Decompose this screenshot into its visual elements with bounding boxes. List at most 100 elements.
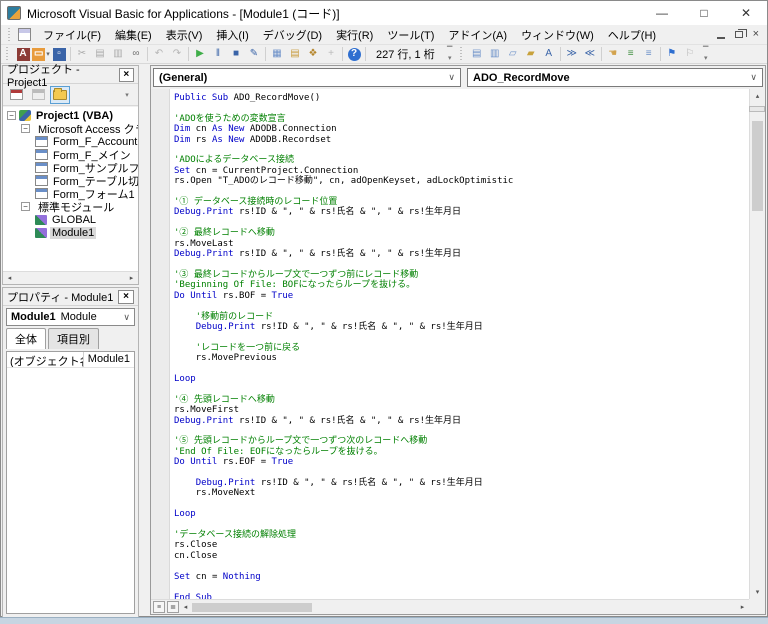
indent-icon[interactable]: ≫ [563, 46, 581, 62]
design-mode-icon[interactable]: ✎ [245, 46, 263, 62]
procedure-dropdown[interactable]: ADO_RecordMove ∨ [467, 68, 763, 87]
property-value[interactable]: Module1 [84, 352, 134, 367]
hscroll-thumb[interactable] [192, 602, 312, 612]
menu-item[interactable]: 実行(R) [329, 25, 380, 45]
menu-item[interactable]: 編集(E) [108, 25, 159, 45]
module-window-icon[interactable] [18, 28, 31, 41]
toggle-folders-icon[interactable] [50, 85, 70, 104]
split-handle[interactable] [749, 106, 765, 112]
code-line: Set cn = Nothing [174, 571, 261, 582]
quick-info-icon[interactable]: ▱ [504, 46, 522, 62]
edit-toolbar-grip[interactable] [459, 47, 465, 61]
menubar-grip[interactable] [8, 27, 13, 42]
redo-icon[interactable]: ↷ [168, 46, 186, 62]
code-line: Debug.Print rs!ID & ", " & rs!氏名 & ", " … [174, 207, 462, 218]
property-row[interactable]: (オブジェクト名) Module1 [7, 352, 134, 368]
procedure-view-icon[interactable]: ≡ [153, 601, 165, 613]
object-browser-icon[interactable]: ❖ [304, 46, 322, 62]
code-vscrollbar[interactable]: ▴ ▾ [749, 89, 765, 599]
scroll-down-icon[interactable]: ▾ [750, 585, 765, 599]
mdi-restore-icon[interactable] [734, 29, 747, 38]
break-icon[interactable]: ‖ [209, 46, 227, 62]
project-toolbar-options-icon[interactable]: ▾ [122, 87, 132, 103]
next-bookmark-icon[interactable]: ⚐ [681, 46, 699, 62]
list-properties-methods-icon[interactable]: ▤ [468, 46, 486, 62]
form-icon [35, 175, 48, 186]
scroll-up-icon[interactable]: ▴ [750, 89, 765, 103]
tab-alphabetic[interactable]: 全体 [6, 328, 46, 349]
scroll-left-icon[interactable]: ◂ [179, 601, 192, 614]
view-code-icon[interactable] [7, 87, 25, 103]
menu-item[interactable]: ヘルプ(H) [601, 25, 663, 45]
scroll-right-icon[interactable]: ▸ [736, 601, 749, 614]
vbe-app-icon [7, 6, 21, 20]
tab-categorized[interactable]: 項目別 [48, 328, 99, 349]
toggle-breakpoint-icon[interactable]: ☚ [604, 46, 622, 62]
code-hscrollbar[interactable]: ≡ ≣ ◂ ▸ [151, 599, 749, 614]
menu-item[interactable]: アドイン(A) [441, 25, 514, 45]
project-explorer-icon[interactable]: ▦ [268, 46, 286, 62]
vscroll-thumb[interactable] [752, 121, 763, 211]
panel-splitter[interactable] [139, 65, 150, 615]
toggle-bookmark-icon[interactable]: ⚑ [663, 46, 681, 62]
tree-item[interactable]: GLOBAL [3, 213, 138, 226]
project-panel-close-icon[interactable]: × [118, 67, 134, 82]
view-object-icon[interactable] [29, 87, 47, 103]
code-line: Loop [174, 509, 196, 520]
minimize-button[interactable]: — [641, 1, 683, 25]
code-line: '⑤ 先頭レコードからループ文で一つずつ次のレコードへ移動 [174, 436, 428, 447]
list-constants-icon[interactable]: ▥ [486, 46, 504, 62]
reset-icon[interactable]: ■ [227, 46, 245, 62]
uncomment-block-icon[interactable]: ≡ [640, 46, 658, 62]
scroll-right-icon[interactable]: ▸ [125, 272, 138, 285]
tree-expander-icon[interactable]: − [21, 124, 30, 133]
properties-panel-close-icon[interactable]: × [118, 289, 134, 304]
title-bar[interactable]: Microsoft Visual Basic for Applications … [1, 1, 767, 25]
toolbar-separator [600, 47, 602, 61]
edit-toolbar-options-icon[interactable]: ▔ ▾ [701, 46, 711, 62]
undo-icon[interactable]: ↶ [150, 46, 168, 62]
menu-item[interactable]: デバッグ(D) [256, 25, 329, 45]
menu-item[interactable]: ツール(T) [380, 25, 441, 45]
tree-expander-icon[interactable]: − [21, 202, 30, 211]
help-icon[interactable]: ? [345, 46, 363, 62]
scroll-left-icon[interactable]: ◂ [3, 272, 16, 285]
margin-indicator-bar[interactable] [151, 89, 170, 599]
mdi-minimize-icon[interactable] [716, 36, 725, 39]
comment-block-icon[interactable]: ≡ [622, 46, 640, 62]
menu-item[interactable]: 挿入(I) [209, 25, 255, 45]
code-line: rs.MoveNext [174, 488, 256, 499]
menu-item[interactable]: ウィンドウ(W) [514, 25, 601, 45]
code-line: Debug.Print rs!ID & ", " & rs!氏名 & ", " … [174, 249, 462, 260]
project-panel-titlebar[interactable]: プロジェクト - Project1 × [3, 64, 138, 89]
complete-word-icon[interactable]: A [540, 46, 558, 62]
code-line: Do Until rs.BOF = True [174, 290, 294, 301]
find-icon[interactable]: ∞ [127, 46, 145, 62]
toolbar-separator [559, 47, 561, 61]
properties-window-icon[interactable]: ▤ [286, 46, 304, 62]
project-tree-hscrollbar[interactable]: ◂ ▸ [3, 271, 138, 284]
mdi-close-icon[interactable]: × [753, 29, 759, 40]
maximize-button[interactable]: □ [683, 1, 725, 25]
menu-item[interactable]: 表示(V) [159, 25, 210, 45]
tree-item-label: 標準モジュール [38, 201, 115, 214]
tree-expander-icon[interactable]: − [7, 111, 16, 120]
toolbox-icon[interactable]: + [322, 46, 340, 62]
tree-item[interactable]: − Microsoft Access クラ [3, 122, 138, 136]
form-icon [35, 162, 48, 173]
properties-object-selector[interactable]: Module1 Module ∨ [6, 308, 135, 326]
outdent-icon[interactable]: ≪ [581, 46, 599, 62]
code-editor[interactable]: Public Sub ADO_RecordMove() 'ADOを使うための変数… [151, 89, 749, 599]
toolbar-options-icon[interactable]: ▔ ▾ [445, 46, 455, 62]
menu-item[interactable]: ファイル(F) [36, 25, 108, 45]
run-icon[interactable]: ▶ [191, 46, 209, 62]
full-module-view-icon[interactable]: ≣ [167, 601, 179, 613]
object-dropdown[interactable]: (General) ∨ [153, 68, 461, 87]
tree-item[interactable]: Module1 [3, 226, 138, 239]
standard-toolbar-grip[interactable] [6, 47, 11, 61]
parameter-info-icon[interactable]: ▰ [522, 46, 540, 62]
properties-panel-titlebar[interactable]: プロパティ - Module1 × [3, 288, 138, 306]
close-button[interactable]: ✕ [725, 1, 767, 25]
tree-item[interactable]: − 標準モジュール [3, 200, 138, 214]
tree-item-label: Microsoft Access クラ [38, 123, 138, 136]
